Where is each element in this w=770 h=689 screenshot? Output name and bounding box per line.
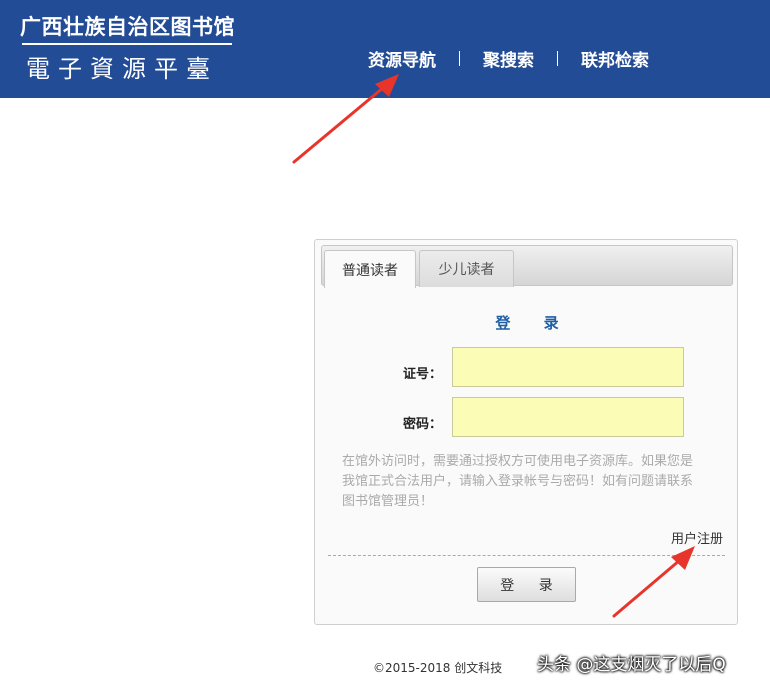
password-label: 密码： (402, 417, 442, 432)
brand-divider (22, 43, 232, 45)
login-button[interactable]: 登 录 (477, 567, 576, 602)
tab-child-reader[interactable]: 少儿读者 (419, 250, 514, 287)
login-heading: 登 录 (495, 314, 573, 332)
platform-name: 電子資源平臺 (26, 55, 218, 83)
main-nav: 资源导航 聚搜索 联邦检索 (368, 46, 649, 71)
nav-separator (459, 51, 460, 66)
card-number-input[interactable] (452, 347, 684, 387)
nav-separator (557, 51, 558, 66)
dashed-divider (328, 555, 725, 556)
nav-aggregate-search[interactable]: 聚搜索 (483, 46, 534, 71)
nav-resource-navigation[interactable]: 资源导航 (368, 46, 436, 71)
card-number-label: 证号： (402, 367, 442, 382)
tab-regular-reader[interactable]: 普通读者 (324, 250, 416, 288)
access-notice: 在馆外访问时，需要通过授权方可使用电子资源库。如果您是我馆正式合法用户，请输入登… (342, 454, 694, 509)
login-panel: 普通读者 少儿读者 登 录 证号： 密码： 在馆外访问时，需要通过授权方可使用电… (314, 239, 738, 625)
copyright-text: ©2015-2018 创文科技 (373, 661, 503, 675)
password-input[interactable] (452, 397, 684, 437)
watermark-text: 头条 @这支烟灭了以后Q (537, 655, 726, 675)
nav-federated-search[interactable]: 联邦检索 (581, 46, 649, 71)
reader-tabs: 普通读者 少儿读者 (321, 245, 733, 288)
site-header: 广西壮族自治区图书馆 電子資源平臺 资源导航 聚搜索 联邦检索 (0, 0, 770, 98)
register-link[interactable]: 用户注册 (671, 528, 723, 547)
library-name: 广西壮族自治区图书馆 (20, 15, 235, 39)
